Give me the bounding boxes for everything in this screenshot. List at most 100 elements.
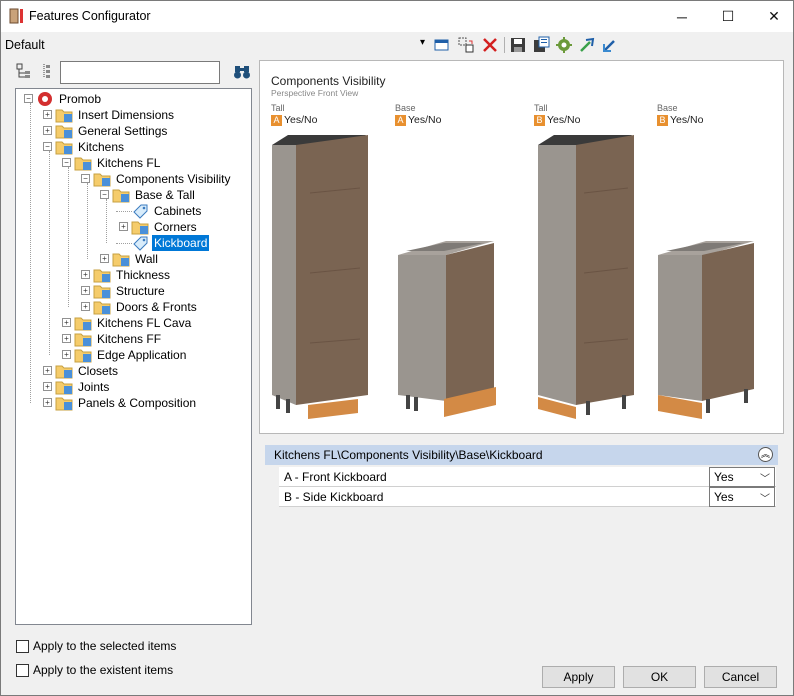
expand-toggle[interactable]: + — [62, 350, 71, 359]
tall-cabinet-a-image — [272, 135, 368, 419]
side-kickboard-select[interactable]: Yes ﹀ — [709, 487, 775, 507]
tree-node-panels-composition[interactable]: + Panels & Composition — [43, 395, 243, 411]
move-item-icon[interactable] — [457, 36, 475, 54]
export-icon[interactable] — [601, 36, 619, 54]
property-label: B - Side Kickboard — [284, 490, 384, 504]
tree-node-kitchens[interactable]: − Kitchens — [43, 139, 243, 155]
folder-icon — [74, 349, 92, 363]
collapse-toggle[interactable]: − — [62, 158, 71, 167]
collapse-toggle[interactable]: − — [81, 174, 90, 183]
tree-node-label: Structure — [116, 284, 165, 298]
tree-node-promob[interactable]: − Promob — [24, 91, 244, 107]
features-configurator-window: Features Configurator ─ ☐ ✕ Default ▾ − … — [0, 0, 794, 696]
tree-node-label: Doors & Fronts — [116, 300, 197, 314]
property-label: A - Front Kickboard — [284, 470, 387, 484]
toolbar-separator — [504, 37, 505, 53]
folder-icon — [55, 109, 73, 123]
expand-toggle[interactable]: + — [43, 398, 52, 407]
maximize-button[interactable]: ☐ — [705, 1, 751, 32]
title-bar: Features Configurator ─ ☐ ✕ — [1, 1, 793, 32]
tree-node-insert-dimensions[interactable]: + Insert Dimensions — [43, 107, 243, 123]
folder-icon — [131, 221, 149, 235]
tree-node-wall[interactable]: + Wall — [100, 251, 240, 267]
preset-label: Default — [5, 38, 45, 52]
settings-icon[interactable] — [555, 36, 573, 54]
expand-toggle[interactable]: + — [62, 318, 71, 327]
folder-icon — [55, 397, 73, 411]
search-input[interactable] — [60, 61, 220, 84]
expand-all-icon[interactable] — [16, 63, 32, 79]
cabinet-label: Tall — [271, 103, 285, 113]
expand-toggle[interactable]: + — [43, 366, 52, 375]
collapse-toggle[interactable]: − — [43, 142, 52, 151]
close-button[interactable]: ✕ — [751, 1, 794, 32]
cancel-button[interactable]: Cancel — [704, 666, 777, 688]
badge: A — [271, 114, 282, 126]
folder-open-icon — [112, 189, 130, 203]
tree-node-kitchens-fl-cava[interactable]: + Kitchens FL Cava — [62, 315, 242, 331]
preview-panel: Components Visibility Perspective Front … — [259, 60, 784, 434]
badge: A — [395, 114, 406, 126]
property-row-side-kickboard: B - Side Kickboard Yes ﹀ — [279, 487, 776, 507]
feature-tree[interactable]: − Promob + Insert Dimensions + General S… — [15, 88, 252, 625]
tree-node-label: Insert Dimensions — [78, 108, 175, 122]
tree-node-edge-application[interactable]: + Edge Application — [62, 347, 242, 363]
apply-selected-checkbox[interactable] — [16, 640, 29, 653]
preset-dropdown-arrow[interactable]: ▾ — [420, 37, 425, 48]
save-icon[interactable] — [509, 36, 527, 54]
tree-node-label: Corners — [154, 220, 197, 234]
folder-icon — [112, 253, 130, 267]
apply-existent-label: Apply to the existent items — [33, 663, 174, 677]
ok-button[interactable]: OK — [623, 666, 696, 688]
expand-toggle[interactable]: + — [81, 302, 90, 311]
expand-toggle[interactable]: + — [62, 334, 71, 343]
app-icon — [9, 8, 23, 24]
tree-node-label: Kitchens FL — [97, 156, 161, 170]
tree-node-closets[interactable]: + Closets — [43, 363, 243, 379]
preview-window-icon[interactable] — [433, 36, 451, 54]
tree-node-base-tall[interactable]: − Base & Tall — [100, 187, 240, 203]
tree-node-label: Components Visibility — [116, 172, 231, 186]
tree-node-kitchens-fl[interactable]: − Kitchens FL — [62, 155, 242, 171]
binoculars-icon[interactable] — [233, 64, 251, 80]
expand-toggle[interactable]: + — [100, 254, 109, 263]
collapse-all-icon[interactable] — [39, 63, 55, 79]
tree-node-components-visibility[interactable]: − Components Visibility — [81, 171, 241, 187]
folder-icon — [93, 269, 111, 283]
tree-node-joints[interactable]: + Joints — [43, 379, 243, 395]
property-group-header[interactable]: Kitchens FL\Components Visibility\Base\K… — [265, 445, 778, 465]
tree-node-kitchens-ff[interactable]: + Kitchens FF — [62, 331, 242, 347]
tree-node-label: Kitchens FF — [97, 332, 162, 346]
expand-toggle[interactable]: + — [43, 382, 52, 391]
tree-node-thickness[interactable]: + Thickness — [81, 267, 241, 283]
apply-selected-label: Apply to the selected items — [33, 639, 177, 653]
collapse-toggle[interactable]: − — [24, 94, 33, 103]
apply-button[interactable]: Apply — [542, 666, 615, 688]
expand-toggle[interactable]: + — [81, 270, 90, 279]
tree-node-label: Panels & Composition — [78, 396, 197, 410]
apply-existent-checkbox[interactable] — [16, 664, 29, 677]
tree-connector — [106, 199, 107, 243]
minimize-button[interactable]: ─ — [659, 1, 705, 32]
front-kickboard-select[interactable]: Yes ﹀ — [709, 467, 775, 487]
tree-node-corners[interactable]: + Corners — [119, 219, 239, 235]
expand-toggle[interactable]: + — [81, 286, 90, 295]
collapse-toggle[interactable]: − — [100, 190, 109, 199]
tag-icon — [133, 204, 148, 219]
base-cabinet-a-image — [398, 241, 496, 417]
tree-node-cabinets[interactable]: Cabinets — [119, 203, 239, 219]
cabinet-option: A Yes/No — [395, 114, 441, 126]
collapse-group-icon[interactable]: ︽ — [758, 447, 773, 462]
save-as-icon[interactable] — [532, 36, 550, 54]
tree-node-doors-fronts[interactable]: + Doors & Fronts — [81, 299, 241, 315]
toolbar: Default ▾ — [1, 33, 793, 57]
import-icon[interactable] — [578, 36, 596, 54]
expand-toggle[interactable]: + — [43, 110, 52, 119]
expand-toggle[interactable]: + — [119, 222, 128, 231]
tree-node-general-settings[interactable]: + General Settings — [43, 123, 243, 139]
tree-node-kickboard[interactable]: Kickboard — [119, 235, 239, 251]
tree-node-structure[interactable]: + Structure — [81, 283, 241, 299]
delete-icon[interactable] — [481, 36, 499, 54]
cabinet-option: B Yes/No — [657, 114, 703, 126]
expand-toggle[interactable]: + — [43, 126, 52, 135]
